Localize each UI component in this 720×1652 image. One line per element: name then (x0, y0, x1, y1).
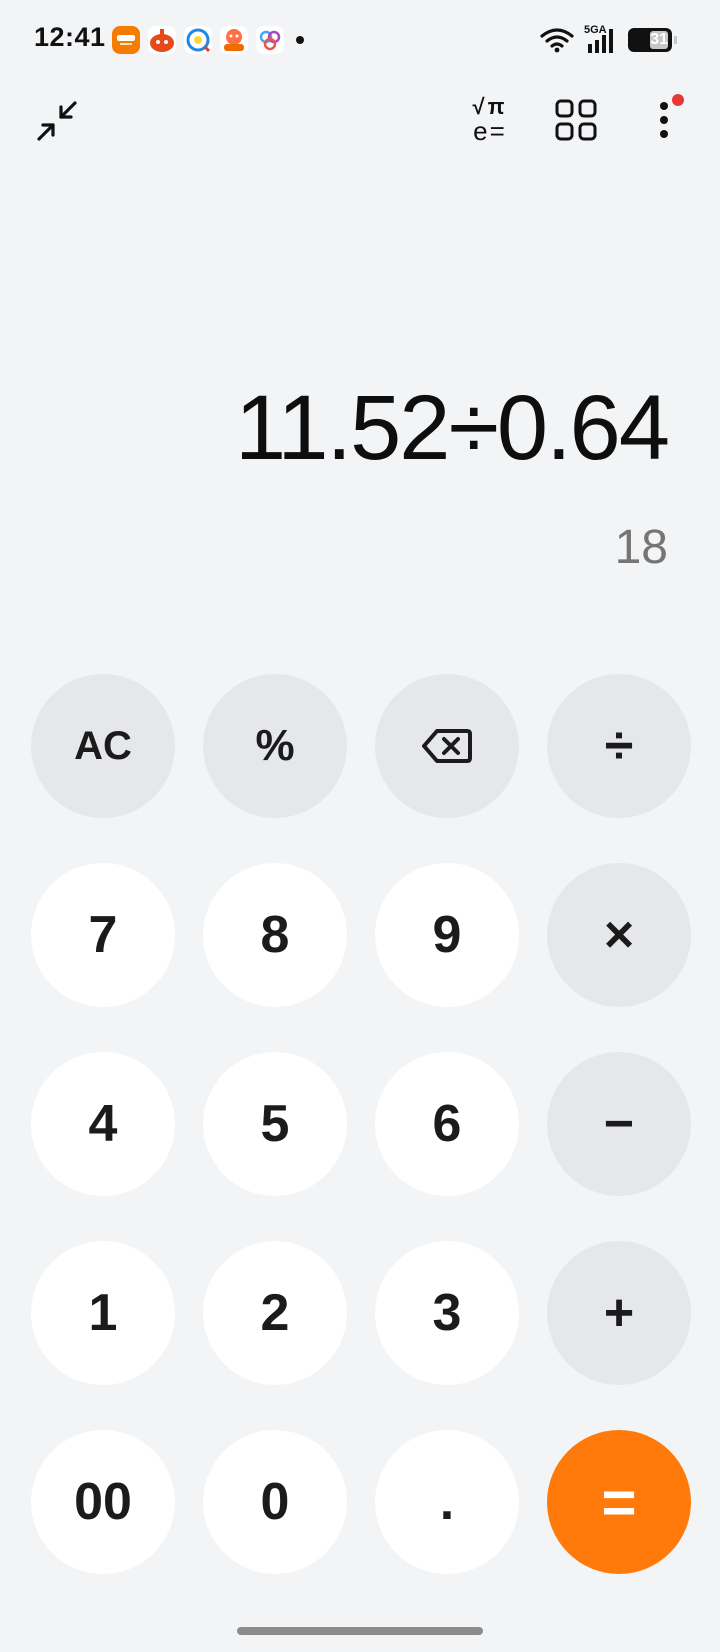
digit-1-button[interactable]: 1 (31, 1241, 175, 1385)
toolbar: √π e= (0, 92, 720, 152)
browser-icon (184, 26, 212, 54)
battery-indicator: 31 (628, 28, 677, 52)
more-options-button[interactable] (640, 92, 688, 148)
digit-8-button[interactable]: 8 (203, 863, 347, 1007)
converter-button[interactable] (548, 92, 604, 148)
expression-display: 11.52÷0.64 (235, 377, 670, 479)
game-icon (148, 26, 176, 54)
backspace-button[interactable] (375, 674, 519, 818)
equals-button[interactable]: = (547, 1430, 691, 1574)
cellular-signal: 5GA (584, 24, 618, 54)
digit-9-button[interactable]: 9 (375, 863, 519, 1007)
decimal-point-button[interactable]: . (375, 1430, 519, 1574)
collapse-arrows-icon (37, 101, 77, 141)
scientific-icon: √π e= (472, 94, 508, 146)
status-time: 12:41 (34, 22, 106, 52)
subtract-button[interactable]: − (547, 1052, 691, 1196)
digit-2-button[interactable]: 2 (203, 1241, 347, 1385)
backspace-icon (422, 729, 472, 763)
mascot-icon (220, 26, 248, 54)
battery-level: 31 (650, 31, 668, 48)
digit-4-button[interactable]: 4 (31, 1052, 175, 1196)
notification-icons (112, 26, 304, 54)
multiply-button[interactable]: × (547, 863, 691, 1007)
collapse-button[interactable] (32, 96, 82, 146)
digit-6-button[interactable]: 6 (375, 1052, 519, 1196)
divide-button[interactable]: ÷ (547, 674, 691, 818)
wifi-icon (540, 28, 574, 53)
percent-button[interactable]: % (203, 674, 347, 818)
scientific-mode-button[interactable]: √π e= (460, 92, 520, 148)
scientific-top-symbols: √π (472, 94, 508, 119)
scientific-bottom-symbols: e= (473, 116, 507, 146)
home-indicator[interactable] (237, 1627, 483, 1635)
flower-icon (256, 26, 284, 54)
digit-3-button[interactable]: 3 (375, 1241, 519, 1385)
result-preview: 18 (614, 521, 668, 574)
digit-0-button[interactable]: 0 (203, 1430, 347, 1574)
system-status: 5GA 31 (540, 24, 677, 54)
grid-icon (555, 99, 597, 141)
clear-button[interactable]: AC (31, 674, 175, 818)
more-vertical-icon (660, 102, 668, 138)
double-zero-button[interactable]: 00 (31, 1430, 175, 1574)
digit-5-button[interactable]: 5 (203, 1052, 347, 1196)
signal-icon (588, 29, 613, 53)
notification-badge (672, 94, 684, 106)
shop-icon (112, 26, 140, 54)
digit-7-button[interactable]: 7 (31, 863, 175, 1007)
add-button[interactable]: + (547, 1241, 691, 1385)
status-bar: 12:41 5GA 31 (0, 0, 720, 84)
more-notifications-dot (296, 36, 304, 44)
